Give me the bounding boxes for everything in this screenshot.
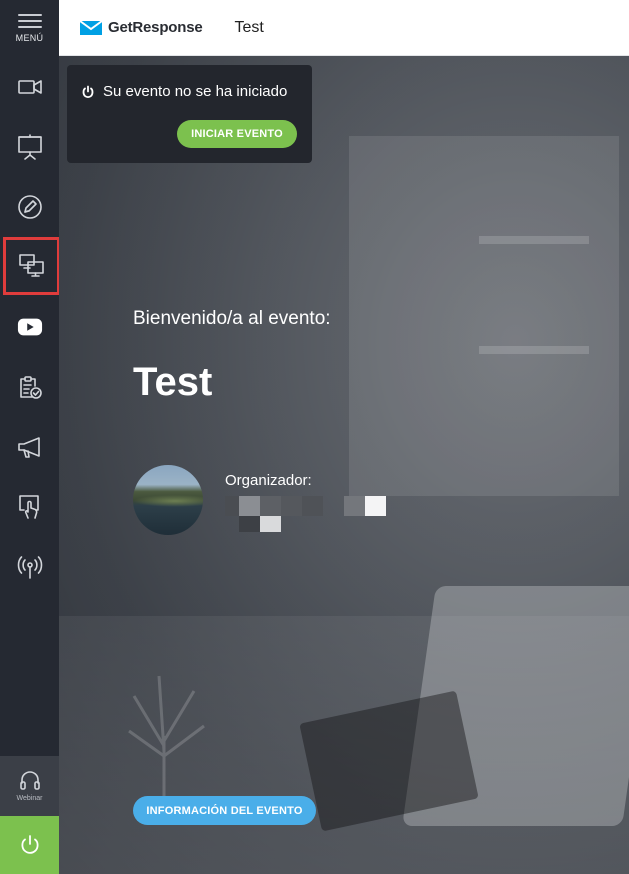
brand-name: GetResponse [108,19,203,36]
pencil-icon [17,195,42,219]
event-status-card: Su evento no se ha iniciado INICIAR EVEN… [67,65,312,163]
background-window [349,136,619,496]
logo: GetResponse [79,19,203,36]
presentation-board-icon [17,134,42,160]
welcome-text: Bienvenido/a al evento: [133,308,331,329]
webinar-headset[interactable]: Webinar [0,756,59,816]
power-button[interactable] [0,816,59,874]
sidebar-item-screen-share[interactable] [3,237,60,295]
screen-share-icon [18,254,44,277]
organizer-label: Organizador: [225,472,312,489]
headset-icon [19,771,40,790]
power-icon [20,835,39,854]
youtube-icon [17,318,42,336]
background-shelf [479,236,589,244]
power-icon [82,85,94,98]
touch-screen-icon [18,495,39,519]
clipboard-check-icon [19,376,42,399]
megaphone-icon [17,437,40,458]
organizer-avatar [133,465,203,535]
event-status-text: Su evento no se ha iniciado [103,83,288,100]
sidebar-item-presentation[interactable] [0,117,59,177]
hamburger-icon [17,13,42,28]
sidebar-item-call-to-action[interactable] [0,417,59,477]
webinar-label: Webinar [16,795,43,802]
sidebar-item-youtube[interactable] [0,297,59,357]
event-status-row: Su evento no se ha iniciado [81,83,287,100]
sidebar-item-survey[interactable] [0,357,59,417]
sidebar: MENÚ Webinar [0,0,60,874]
video-camera-icon [17,80,42,94]
menu-button[interactable]: MENÚ [0,0,59,56]
envelope-logo-icon [79,19,103,35]
background-plant [128,675,205,796]
header: GetResponse Test [59,0,629,56]
broadcast-icon [17,556,42,579]
menu-label: MENÚ [15,32,44,43]
background-shelf [479,346,589,354]
event-info-button[interactable]: INFORMACIÓN DEL EVENTO [133,796,316,825]
event-title: Test [234,18,264,36]
event-big-title: Test [133,360,213,404]
sidebar-item-broadcast[interactable] [0,537,59,597]
sidebar-item-video[interactable] [0,57,59,117]
sidebar-item-interaction[interactable] [0,477,59,537]
start-event-button[interactable]: INICIAR EVENTO [177,120,297,148]
main-stage [59,56,629,874]
sidebar-item-whiteboard[interactable] [0,177,59,237]
